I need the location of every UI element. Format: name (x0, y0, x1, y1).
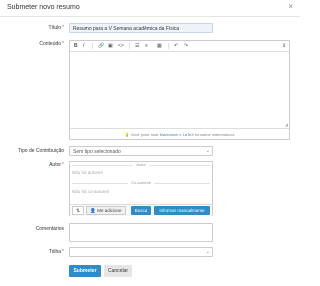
content-editor: B I 🔗 ▣ <> ☰ ≡ ▦ ↶ ↷ ℹ ◢ 💡 Você pode usa… (69, 40, 290, 140)
submit-button[interactable]: Submeter (69, 265, 101, 277)
content-label: Conteúdo* (39, 41, 64, 47)
comments-label: Comentários (35, 226, 64, 232)
content-textarea[interactable]: ◢ (70, 52, 289, 128)
editor-hint: 💡 Você pode usar Markdown e LaTeX format… (70, 128, 289, 140)
latex-link[interactable]: LaTeX (183, 132, 194, 137)
toolbar-divider (129, 43, 130, 49)
cancel-button[interactable]: Cancelar (104, 265, 132, 277)
add-me-label: Me adicione (97, 208, 122, 213)
content-label-text: Conteúdo (39, 41, 62, 47)
undo-icon[interactable]: ↶ (174, 43, 178, 49)
author-empty-text: Não há autores (72, 170, 103, 175)
italic-icon[interactable]: I (83, 43, 84, 49)
info-icon[interactable]: ℹ (283, 43, 285, 49)
contribution-type-select[interactable]: Sem tipo selecionado ⌄ (69, 146, 213, 156)
sort-icon[interactable]: ⇅ (72, 206, 84, 215)
hint-and: e (179, 132, 182, 137)
contribution-type-value: Sem tipo selecionado (73, 149, 121, 155)
author-section-text: Autor (133, 162, 149, 167)
title-label-text: Título (48, 25, 62, 31)
bullet-list-icon[interactable]: ☰ (135, 43, 139, 49)
dialog-title: Submeter novo resumo (7, 4, 80, 11)
required-mark: * (62, 162, 64, 168)
coauthor-empty-text: Não há co-autores (72, 189, 110, 194)
required-mark: * (62, 41, 64, 47)
editor-toolbar: B I 🔗 ▣ <> ☰ ≡ ▦ ↶ ↷ ℹ (70, 41, 289, 52)
markdown-link[interactable]: Markdown (160, 132, 178, 137)
chevron-down-icon: ⌄ (205, 148, 210, 154)
toolbar-divider (92, 43, 93, 49)
submit-abstract-dialog: Submeter novo resumo × Título* Resumo pa… (0, 0, 300, 286)
table-icon[interactable]: ▦ (157, 43, 162, 49)
required-mark: * (62, 25, 64, 31)
lightbulb-icon: 💡 (124, 132, 130, 137)
chevron-down-icon: ⌄ (205, 249, 210, 255)
toolbar-divider (168, 43, 169, 49)
comments-textarea[interactable] (69, 223, 213, 242)
author-label: Autor* (49, 162, 64, 168)
title-label: Título* (49, 25, 64, 31)
author-label-text: Autor (49, 162, 62, 168)
code-icon[interactable]: <> (118, 43, 124, 49)
redo-icon[interactable]: ↷ (184, 43, 188, 49)
title-input[interactable]: Resumo para a V Semana acadêmica da Físi… (69, 23, 213, 33)
resize-handle-icon[interactable]: ◢ (285, 122, 288, 127)
bold-icon[interactable]: B (74, 43, 78, 49)
track-select[interactable]: ⌄ (69, 247, 213, 257)
required-mark: * (62, 249, 64, 255)
hint-prefix: Você pode usar (130, 132, 159, 137)
close-icon[interactable]: × (288, 3, 293, 11)
search-author-button[interactable]: Busca (131, 206, 151, 215)
manual-author-button[interactable]: Informar manualmente (154, 206, 210, 215)
authors-widget: Autor Não há autores Co-autores Não há c… (69, 161, 213, 216)
track-label-text: Trilha (48, 249, 62, 255)
numbered-list-icon[interactable]: ≡ (145, 43, 148, 49)
author-section-title: Autor (70, 162, 212, 167)
coauthor-section-text: Co-autores (128, 180, 154, 185)
user-icon: 👤 (90, 208, 97, 213)
dialog-header: Submeter novo resumo × (0, 0, 300, 17)
add-me-button[interactable]: 👤 Me adicione (86, 206, 126, 215)
authors-action-bar: ⇅ 👤 Me adicione Busca Informar manualmen… (70, 204, 212, 216)
link-icon[interactable]: 🔗 (98, 43, 104, 49)
hint-suffix: formatos matemáticos (195, 132, 235, 137)
coauthor-section-title: Co-autores (70, 180, 212, 185)
track-label: Trilha* (49, 249, 64, 255)
contribution-type-label: Tipo de Contribuição (18, 148, 64, 154)
comment-icon[interactable]: ▣ (108, 43, 113, 49)
